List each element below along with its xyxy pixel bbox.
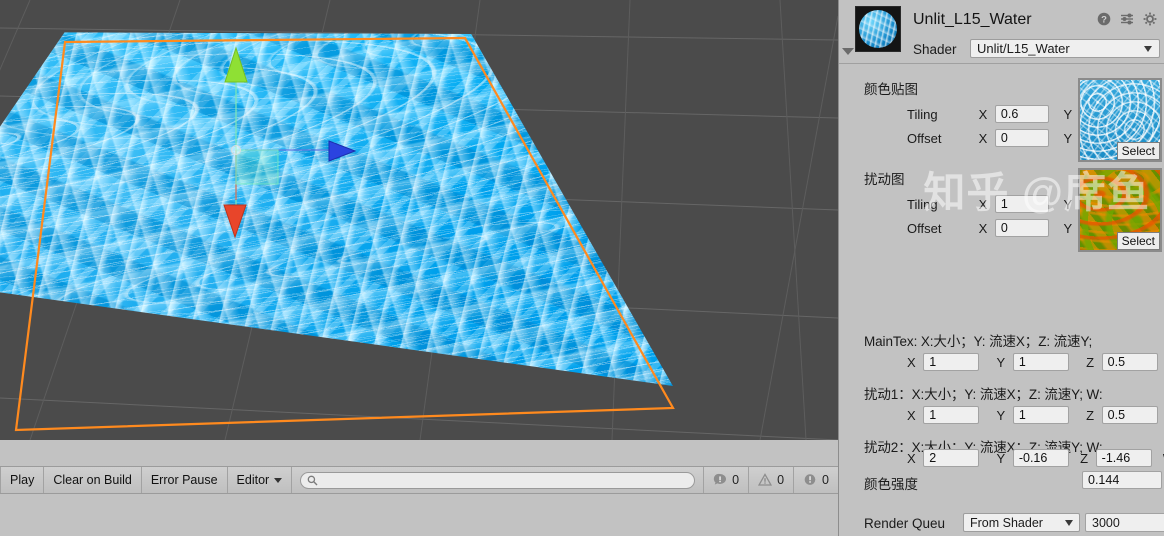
main-tex-z[interactable]: 0.5 (1101, 353, 1158, 371)
help-icon[interactable]: ? (1097, 12, 1111, 26)
gizmo-center-handle (231, 145, 241, 155)
chevron-down-icon (1144, 45, 1152, 52)
unity-editor-window: Play Clear on Build Error Pause Editor 0… (0, 0, 1164, 536)
material-preview-sphere (859, 10, 897, 48)
axis-z-label: Z (1086, 354, 1095, 370)
render-queue-mode: From Shader (970, 515, 1043, 530)
chevron-down-icon (274, 477, 283, 483)
offset-label: Offset (907, 220, 942, 236)
scene-view[interactable] (0, 0, 838, 440)
main-tex-row: X 1 Y 1 Z 0.5 W 1 (907, 353, 1164, 371)
color-map-texture-slot[interactable]: Select (1078, 78, 1162, 162)
warning-counter[interactable]: 0 (748, 467, 793, 493)
disturb1-label: 扰动1：X:大小；Y: 流速X；Z: 流速Y; W: (864, 387, 1103, 402)
disturb1-row: X 1 Y 1 Z 0.5 W -0.05 (907, 406, 1164, 424)
tiling-label: Tiling (907, 106, 938, 122)
axis-x-label: X (907, 354, 916, 370)
axis-x-label: X (907, 407, 916, 423)
disturb1-x[interactable]: 1 (923, 406, 980, 424)
disturb-map-select-button[interactable]: Select (1116, 232, 1160, 250)
disturb1-z[interactable]: 0.5 (1101, 406, 1158, 424)
axis-x-label: X (978, 196, 988, 212)
color-map-title: 颜色贴图 (864, 82, 918, 97)
info-icon (804, 474, 816, 485)
inspector-panel: Unlit_L15_Water Shader Unlit/L15_Water ? (838, 0, 1164, 536)
disturb-map-tiling-x[interactable]: 1 (994, 195, 1049, 213)
axis-y-label: Y (1063, 106, 1073, 122)
axis-z-label: Z (1080, 450, 1089, 466)
axis-x-label: X (978, 130, 988, 146)
svg-text:?: ? (1101, 15, 1107, 26)
console-toolbar: Play Clear on Build Error Pause Editor 0… (0, 466, 838, 494)
axis-x-label: X (907, 450, 916, 466)
axis-y-label: Y (996, 407, 1006, 423)
shader-dropdown[interactable]: Unlit/L15_Water (970, 39, 1160, 58)
gear-icon[interactable] (1143, 12, 1157, 26)
color-intensity-value[interactable]: 0.144 (1082, 471, 1162, 489)
material-header: Unlit_L15_Water Shader Unlit/L15_Water ? (839, 0, 1164, 64)
render-queue-dropdown[interactable]: From Shader (963, 513, 1080, 532)
preset-icon[interactable] (1120, 12, 1134, 26)
error-icon (713, 473, 727, 485)
error-pause-label: Error Pause (150, 473, 218, 487)
color-map-tiling-x[interactable]: 0.6 (994, 105, 1049, 123)
editor-label: Editor (236, 473, 270, 487)
axis-y-label: Y (1063, 220, 1073, 236)
info-count: 0 (822, 473, 829, 487)
disturb2-x[interactable]: 2 (923, 449, 980, 467)
info-counter[interactable]: 0 (793, 467, 838, 493)
tiling-label: Tiling (907, 196, 938, 212)
clear-on-build-button[interactable]: Clear on Build (44, 467, 142, 493)
axis-x-label: X (978, 106, 988, 122)
axis-y-label: Y (996, 354, 1006, 370)
disturb-map-block: 扰动图 Tiling X 1 Y 1 Offset X 0 Y 0 (839, 168, 1164, 256)
color-map-offset-x[interactable]: 0 (994, 129, 1049, 147)
warning-count: 0 (777, 473, 785, 487)
disturb2-z[interactable]: -1.46 (1095, 449, 1152, 467)
gizmo-plane-handle (235, 149, 279, 185)
clear-on-build-label: Clear on Build (53, 473, 132, 487)
shader-field-label: Shader (913, 42, 957, 57)
console-search-input[interactable] (300, 471, 696, 489)
search-icon (307, 475, 318, 485)
main-tex-x[interactable]: 1 (923, 353, 980, 371)
editor-dropdown[interactable]: Editor (228, 467, 293, 493)
console-log-area[interactable] (0, 494, 838, 536)
material-properties: 颜色贴图 Tiling X 0.6 Y 0.6 Offset X 0 Y 0 (839, 64, 1164, 532)
disturb-map-texture-slot[interactable]: Select (1078, 168, 1162, 252)
color-map-select-button[interactable]: Select (1116, 142, 1160, 160)
warning-icon (758, 473, 773, 486)
clear-on-play-label: Play (10, 473, 35, 487)
clear-on-play-button[interactable]: Play (0, 467, 45, 493)
disturb-map-offset-x[interactable]: 0 (994, 219, 1049, 237)
render-queue-label: Render Queu (864, 516, 946, 531)
header-icon-group: ? (1097, 12, 1157, 26)
color-intensity-label: 颜色强度 (864, 477, 918, 492)
disturb2-row: X 2 Y -0.16 Z -1.46 W 0.05 (907, 449, 1164, 467)
error-pause-button[interactable]: Error Pause (142, 467, 228, 493)
error-count: 0 (732, 473, 740, 487)
axis-y-label: Y (1063, 196, 1073, 212)
axis-z-label: Z (1086, 407, 1095, 423)
foldout-arrow-icon[interactable] (842, 48, 854, 55)
disturb-map-title: 扰动图 (864, 172, 905, 187)
material-preview-thumbnail[interactable] (855, 6, 901, 52)
error-counter[interactable]: 0 (703, 467, 748, 493)
disturb2-y[interactable]: -0.16 (1012, 449, 1069, 467)
chevron-down-icon (1065, 519, 1073, 526)
axis-y-label: Y (996, 450, 1006, 466)
material-name: Unlit_L15_Water (913, 11, 1032, 28)
move-gizmo[interactable] (0, 0, 838, 440)
shader-value: Unlit/L15_Water (977, 41, 1070, 56)
console-search-wrap (292, 467, 703, 493)
axis-y-label: Y (1063, 130, 1073, 146)
disturb1-y[interactable]: 1 (1012, 406, 1069, 424)
render-queue-value[interactable]: 3000 (1085, 513, 1164, 532)
main-tex-y[interactable]: 1 (1012, 353, 1069, 371)
main-tex-label: MainTex: X:大小；Y: 流速X；Z: 流速Y; (864, 334, 1093, 349)
color-map-block: 颜色贴图 Tiling X 0.6 Y 0.6 Offset X 0 Y 0 (839, 78, 1164, 166)
axis-x-label: X (978, 220, 988, 236)
offset-label: Offset (907, 130, 942, 146)
